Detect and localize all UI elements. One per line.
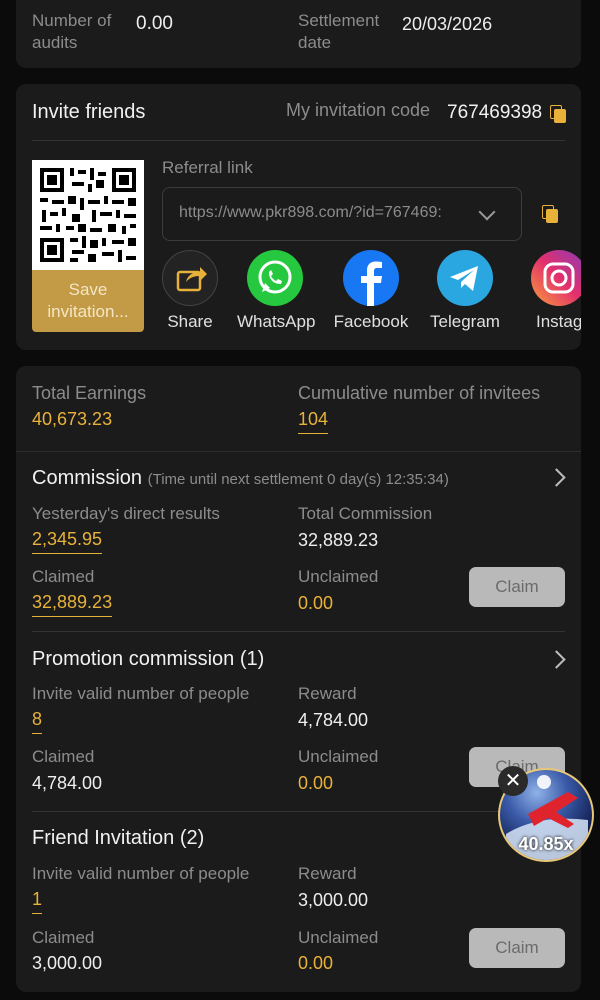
chevron-right-icon[interactable] [547,650,566,669]
settlement-card: Number of audits 0.00 Settlement date 20… [16,0,581,68]
commission-claimed-value[interactable]: 32,889.23 [32,590,113,617]
promotion-reward-value: 4,784.00 [298,710,369,730]
referral-link-field[interactable]: https://www.pkr898.com/?id=767469: [162,187,522,241]
audits-value: 0.00 [136,13,173,34]
commission-unclaimed-label: Unclaimed [298,567,379,586]
friend-invite-value[interactable]: 1 [32,887,43,914]
save-invitation-button[interactable]: Save invitation... [32,270,144,332]
whatsapp-icon [247,250,303,306]
friend-unclaimed-value: 0.00 [298,953,334,973]
commission-claim-button[interactable]: Claim [469,567,565,607]
game-multiplier: 40.85x [518,834,574,854]
invite-friends-title: Invite friends [32,101,146,123]
friend-claimed-label: Claimed [32,928,95,947]
share-item-facebook[interactable]: Facebook [333,250,409,332]
promotion-unclaimed-label: Unclaimed [298,747,379,766]
promotion-claimed-label: Claimed [32,747,95,766]
promotion-reward-label: Reward [298,684,357,703]
instagram-icon [531,250,581,306]
promotion-invite-label: Invite valid number of people [32,684,250,703]
audits-label: Number of audits [32,11,112,52]
settlement-date-value: 20/03/2026 [402,14,493,34]
friend-unclaimed-label: Unclaimed [298,928,379,947]
invite-divider [32,140,565,141]
promotion-claimed-value: 4,784.00 [32,773,103,793]
promotion-header[interactable]: Promotion commission (1) [16,632,581,682]
friend-reward-label: Reward [298,864,357,883]
share-item-telegram[interactable]: Telegram [427,250,503,332]
commission-claimed-label: Claimed [32,567,95,586]
friend-invite-label: Invite valid number of people [32,864,250,883]
share-item-share[interactable]: Share [152,250,228,332]
copy-code-icon[interactable] [550,105,566,123]
promotion-title: Promotion commission (1) [32,648,265,670]
chevron-right-icon[interactable] [547,468,566,487]
friend-claimed-value: 3,000.00 [32,953,103,973]
invitation-code-value: 767469398 [447,102,543,123]
commission-header[interactable]: Commission (Time until next settlement 0… [16,452,581,502]
commission-title-row: Commission (Time until next settlement 0… [32,465,449,493]
whatsapp-label: WhatsApp [237,312,316,331]
total-earnings-label: Total Earnings [32,383,147,403]
yesterday-results-label: Yesterday's direct results [32,504,220,523]
promotion-unclaimed-value: 0.00 [298,773,334,793]
promotion-divider [32,811,565,812]
invite-friends-card: Invite friends My invitation code 767469… [16,84,581,350]
invitees-label: Cumulative number of invitees [298,383,541,403]
total-commission-value: 32,889.23 [298,530,379,550]
total-earnings-value: 40,673.23 [32,409,113,429]
share-item-instagram[interactable]: Instag [515,250,581,332]
chevron-down-icon[interactable] [478,203,496,221]
save-invitation-label: Save invitation... [47,280,129,321]
settlement-date-label: Settlement date [298,11,380,52]
instagram-label: Instag [536,312,581,331]
telegram-label: Telegram [430,312,500,331]
commission-unclaimed-value: 0.00 [298,593,334,613]
telegram-icon [437,250,493,306]
earnings-card: Total Earnings 40,673.23 Cumulative numb… [16,366,581,992]
share-label: Share [167,312,213,331]
yesterday-results-value[interactable]: 2,345.95 [32,527,103,554]
friend-reward-value: 3,000.00 [298,890,369,910]
commission-title: Commission [32,467,143,489]
close-icon[interactable]: ✕ [498,766,528,796]
referral-link-label: Referral link [162,158,253,177]
share-item-whatsapp[interactable]: WhatsApp [237,250,316,332]
facebook-icon [343,250,399,306]
facebook-label: Facebook [333,312,409,331]
share-icon [162,250,218,306]
commission-settlement-note: (Time until next settlement 0 day(s) 12:… [147,471,449,488]
invitation-code-label: My invitation code [286,100,431,120]
invitees-value[interactable]: 104 [298,407,329,434]
promotion-invite-value[interactable]: 8 [32,707,43,734]
friend-claim-button[interactable]: Claim [469,928,565,968]
total-commission-label: Total Commission [298,504,433,523]
referral-link-value: https://www.pkr898.com/?id=767469: [179,204,442,221]
copy-link-icon[interactable] [542,205,558,223]
friend-invitation-title: Friend Invitation (2) [32,827,205,849]
qr-code [32,160,144,270]
